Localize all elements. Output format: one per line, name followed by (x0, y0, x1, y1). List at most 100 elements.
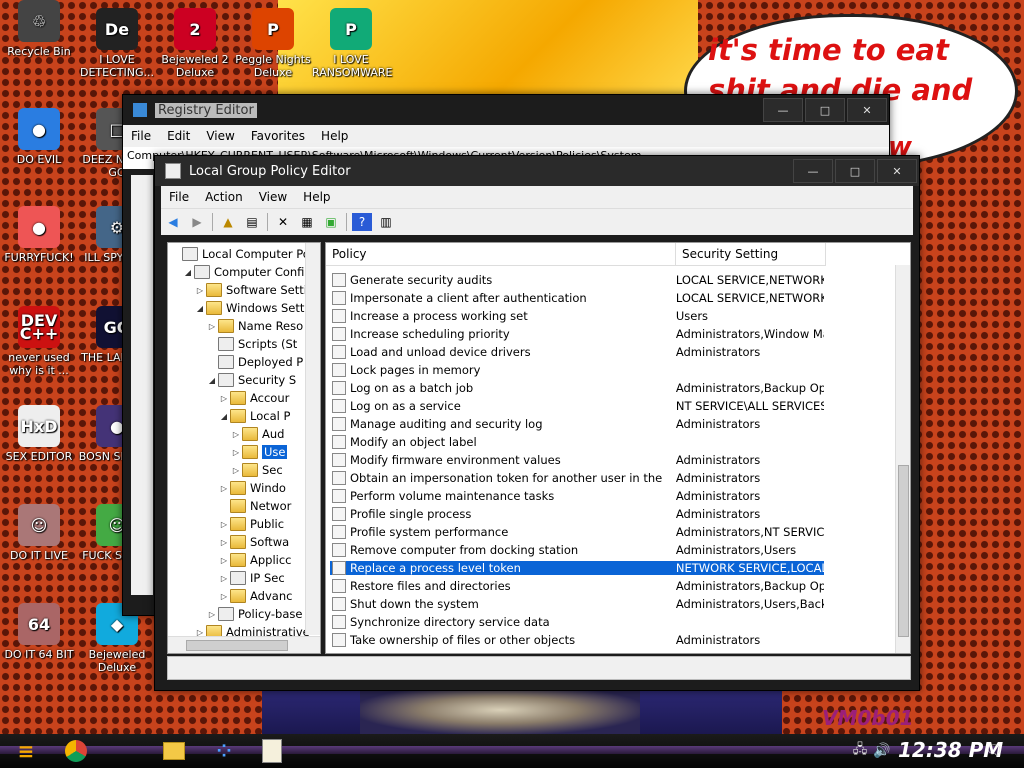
desktop-icon-furryfuck[interactable]: ● FURRYFUCK! (0, 206, 78, 264)
table-row[interactable]: Log on as a batch job Administrators,Back… (330, 379, 824, 397)
column-header-policy[interactable]: Policy (326, 243, 676, 265)
delete-icon[interactable]: ✕ (273, 213, 293, 231)
tree-node[interactable]: ▷ Softwa (218, 533, 289, 551)
column-header-security-setting[interactable]: Security Setting (676, 243, 826, 265)
table-row[interactable]: Restore files and directories Administrat… (330, 577, 824, 595)
tree-node[interactable]: ▷ Aud (230, 425, 284, 443)
policy-list-pane[interactable]: Policy Security Setting Generate securit… (325, 242, 911, 654)
table-row[interactable]: Obtain an impersonation token for anothe… (330, 469, 824, 487)
start-button[interactable]: ≡ (12, 737, 40, 765)
tree-vertical-scrollbar[interactable] (305, 243, 320, 635)
table-row[interactable]: Perform volume maintenance tasks Administ… (330, 487, 824, 505)
taskbar-firefox-icon[interactable] (110, 737, 138, 765)
export-list-icon[interactable]: ▣ (321, 213, 341, 231)
expand-arrow-icon[interactable]: ◢ (206, 376, 218, 385)
desktop-icon-do-it-64-bit[interactable]: 64 DO IT 64 BIT (0, 603, 78, 661)
expand-arrow-icon[interactable]: ▷ (218, 484, 230, 493)
taskbar-registry-editor-icon[interactable]: ⁘ (210, 737, 238, 765)
table-row[interactable]: Replace a process level token NETWORK SER… (330, 559, 824, 577)
registry-titlebar[interactable]: Registry Editor — □ ✕ (123, 95, 889, 125)
registry-left-pane[interactable] (131, 175, 153, 595)
expand-arrow-icon[interactable]: ▷ (194, 286, 206, 295)
taskbar-file-explorer-icon[interactable] (160, 737, 188, 765)
table-row[interactable]: Remove computer from docking station Admi… (330, 541, 824, 559)
table-row[interactable]: Generate security audits LOCAL SERVICE,NE… (330, 271, 824, 289)
registry-close-button[interactable]: ✕ (847, 98, 887, 122)
view-icon[interactable]: ▥ (376, 213, 396, 231)
tree-node[interactable]: ▷ Public (218, 515, 284, 533)
tree-node[interactable]: Local Computer Policy (170, 245, 320, 263)
expand-arrow-icon[interactable]: ◢ (194, 304, 206, 313)
registry-menu-view[interactable]: View (198, 129, 242, 143)
registry-menu-file[interactable]: File (123, 129, 159, 143)
tree-node[interactable]: ▷ Windo (218, 479, 286, 497)
table-row[interactable]: Lock pages in memory (330, 361, 824, 379)
table-row[interactable]: Manage auditing and security log Administ… (330, 415, 824, 433)
gpedit-titlebar[interactable]: Local Group Policy Editor — □ ✕ (155, 156, 919, 186)
table-row[interactable]: Log on as a service NT SERVICE\ALL SERVIC… (330, 397, 824, 415)
table-row[interactable]: Profile single process Administrators (330, 505, 824, 523)
registry-menu-help[interactable]: Help (313, 129, 356, 143)
expand-arrow-icon[interactable]: ▷ (230, 448, 242, 457)
gpedit-menu-help[interactable]: Help (295, 190, 338, 204)
table-row[interactable]: Impersonate a client after authenticatio… (330, 289, 824, 307)
tree-node[interactable]: ▷ IP Sec (218, 569, 285, 587)
desktop-icon-do-evil[interactable]: ● DO EVIL (0, 108, 78, 166)
desktop-icon-i-love-ransomware[interactable]: P I LOVE RANSOMWARE (312, 8, 392, 79)
notification-icon[interactable]: 🗨 (980, 737, 1008, 765)
registry-menu-favorites[interactable]: Favorites (243, 129, 313, 143)
up-folder-icon[interactable]: ▲ (218, 213, 238, 231)
tree-horizontal-scrollbar[interactable] (168, 636, 320, 653)
registry-minimize-button[interactable]: — (763, 98, 803, 122)
registry-maximize-button[interactable]: □ (805, 98, 845, 122)
expand-arrow-icon[interactable]: ◢ (182, 268, 194, 277)
properties-icon[interactable]: ▦ (297, 213, 317, 231)
desktop-icon-i-love-detecting[interactable]: De I LOVE DETECTING... (78, 8, 156, 79)
tree-node[interactable]: ◢ Local P (218, 407, 290, 425)
tree-node[interactable]: ▷ Applicc (218, 551, 292, 569)
table-row[interactable]: Take ownership of files or other objects… (330, 631, 824, 649)
table-row[interactable]: Modify firmware environment values Admini… (330, 451, 824, 469)
expand-arrow-icon[interactable]: ▷ (218, 538, 230, 547)
desktop-icon-sex-editor[interactable]: HxD SEX EDITOR (0, 405, 78, 463)
expand-arrow-icon[interactable]: ◢ (218, 412, 230, 421)
gpedit-window[interactable]: Local Group Policy Editor — □ ✕ File Acti… (154, 155, 920, 691)
tree-node[interactable]: ▷ Use (230, 443, 288, 461)
list-vertical-scrollbar[interactable] (895, 265, 910, 653)
forward-arrow-icon[interactable]: ▶ (187, 213, 207, 231)
gpedit-minimize-button[interactable]: — (793, 159, 833, 183)
tree-node[interactable]: ▷ Sec (230, 461, 283, 479)
expand-arrow-icon[interactable]: ▷ (230, 466, 242, 475)
taskbar-chrome-icon[interactable] (62, 737, 90, 765)
desktop-icon-bejeweled-2-deluxe[interactable]: 2 Bejeweled 2 Deluxe (156, 8, 234, 79)
table-row[interactable]: Increase scheduling priority Administrato… (330, 325, 824, 343)
expand-arrow-icon[interactable]: ▷ (230, 430, 242, 439)
expand-arrow-icon[interactable]: ▷ (218, 520, 230, 529)
tree-node[interactable]: Deployed P (206, 353, 303, 371)
tree-node[interactable]: ◢ Windows Setti (194, 299, 308, 317)
table-row[interactable]: Load and unload device drivers Administra… (330, 343, 824, 361)
registry-menu-edit[interactable]: Edit (159, 129, 198, 143)
help-icon[interactable]: ? (352, 213, 372, 231)
tree-scroll-thumb[interactable] (186, 640, 288, 651)
gpedit-menu-file[interactable]: File (161, 190, 197, 204)
tree-node[interactable]: Networ (218, 497, 291, 515)
tree-node[interactable]: Scripts (St (206, 335, 297, 353)
tree-node[interactable]: ◢ Security S (206, 371, 296, 389)
table-row[interactable]: Profile system performance Administrators… (330, 523, 824, 541)
desktop-icon-peggle-nights-deluxe[interactable]: P Peggle Nights Deluxe (234, 8, 312, 79)
expand-arrow-icon[interactable]: ▷ (206, 322, 218, 331)
back-arrow-icon[interactable]: ◀ (163, 213, 183, 231)
expand-arrow-icon[interactable]: ▷ (218, 592, 230, 601)
table-row[interactable]: Modify an object label (330, 433, 824, 451)
tree-node[interactable]: ▷ Software Setti (194, 281, 307, 299)
taskbar-gpedit-icon[interactable] (258, 737, 286, 765)
volume-icon[interactable]: 🔊 (868, 737, 896, 765)
expand-arrow-icon[interactable]: ▷ (218, 574, 230, 583)
gpedit-menu-view[interactable]: View (251, 190, 295, 204)
desktop-icon-recycle-bin[interactable]: ♲ Recycle Bin (0, 0, 78, 58)
list-scroll-thumb[interactable] (898, 465, 909, 637)
gpedit-maximize-button[interactable]: □ (835, 159, 875, 183)
gpedit-close-button[interactable]: ✕ (877, 159, 917, 183)
table-row[interactable]: Shut down the system Administrators,Users… (330, 595, 824, 613)
